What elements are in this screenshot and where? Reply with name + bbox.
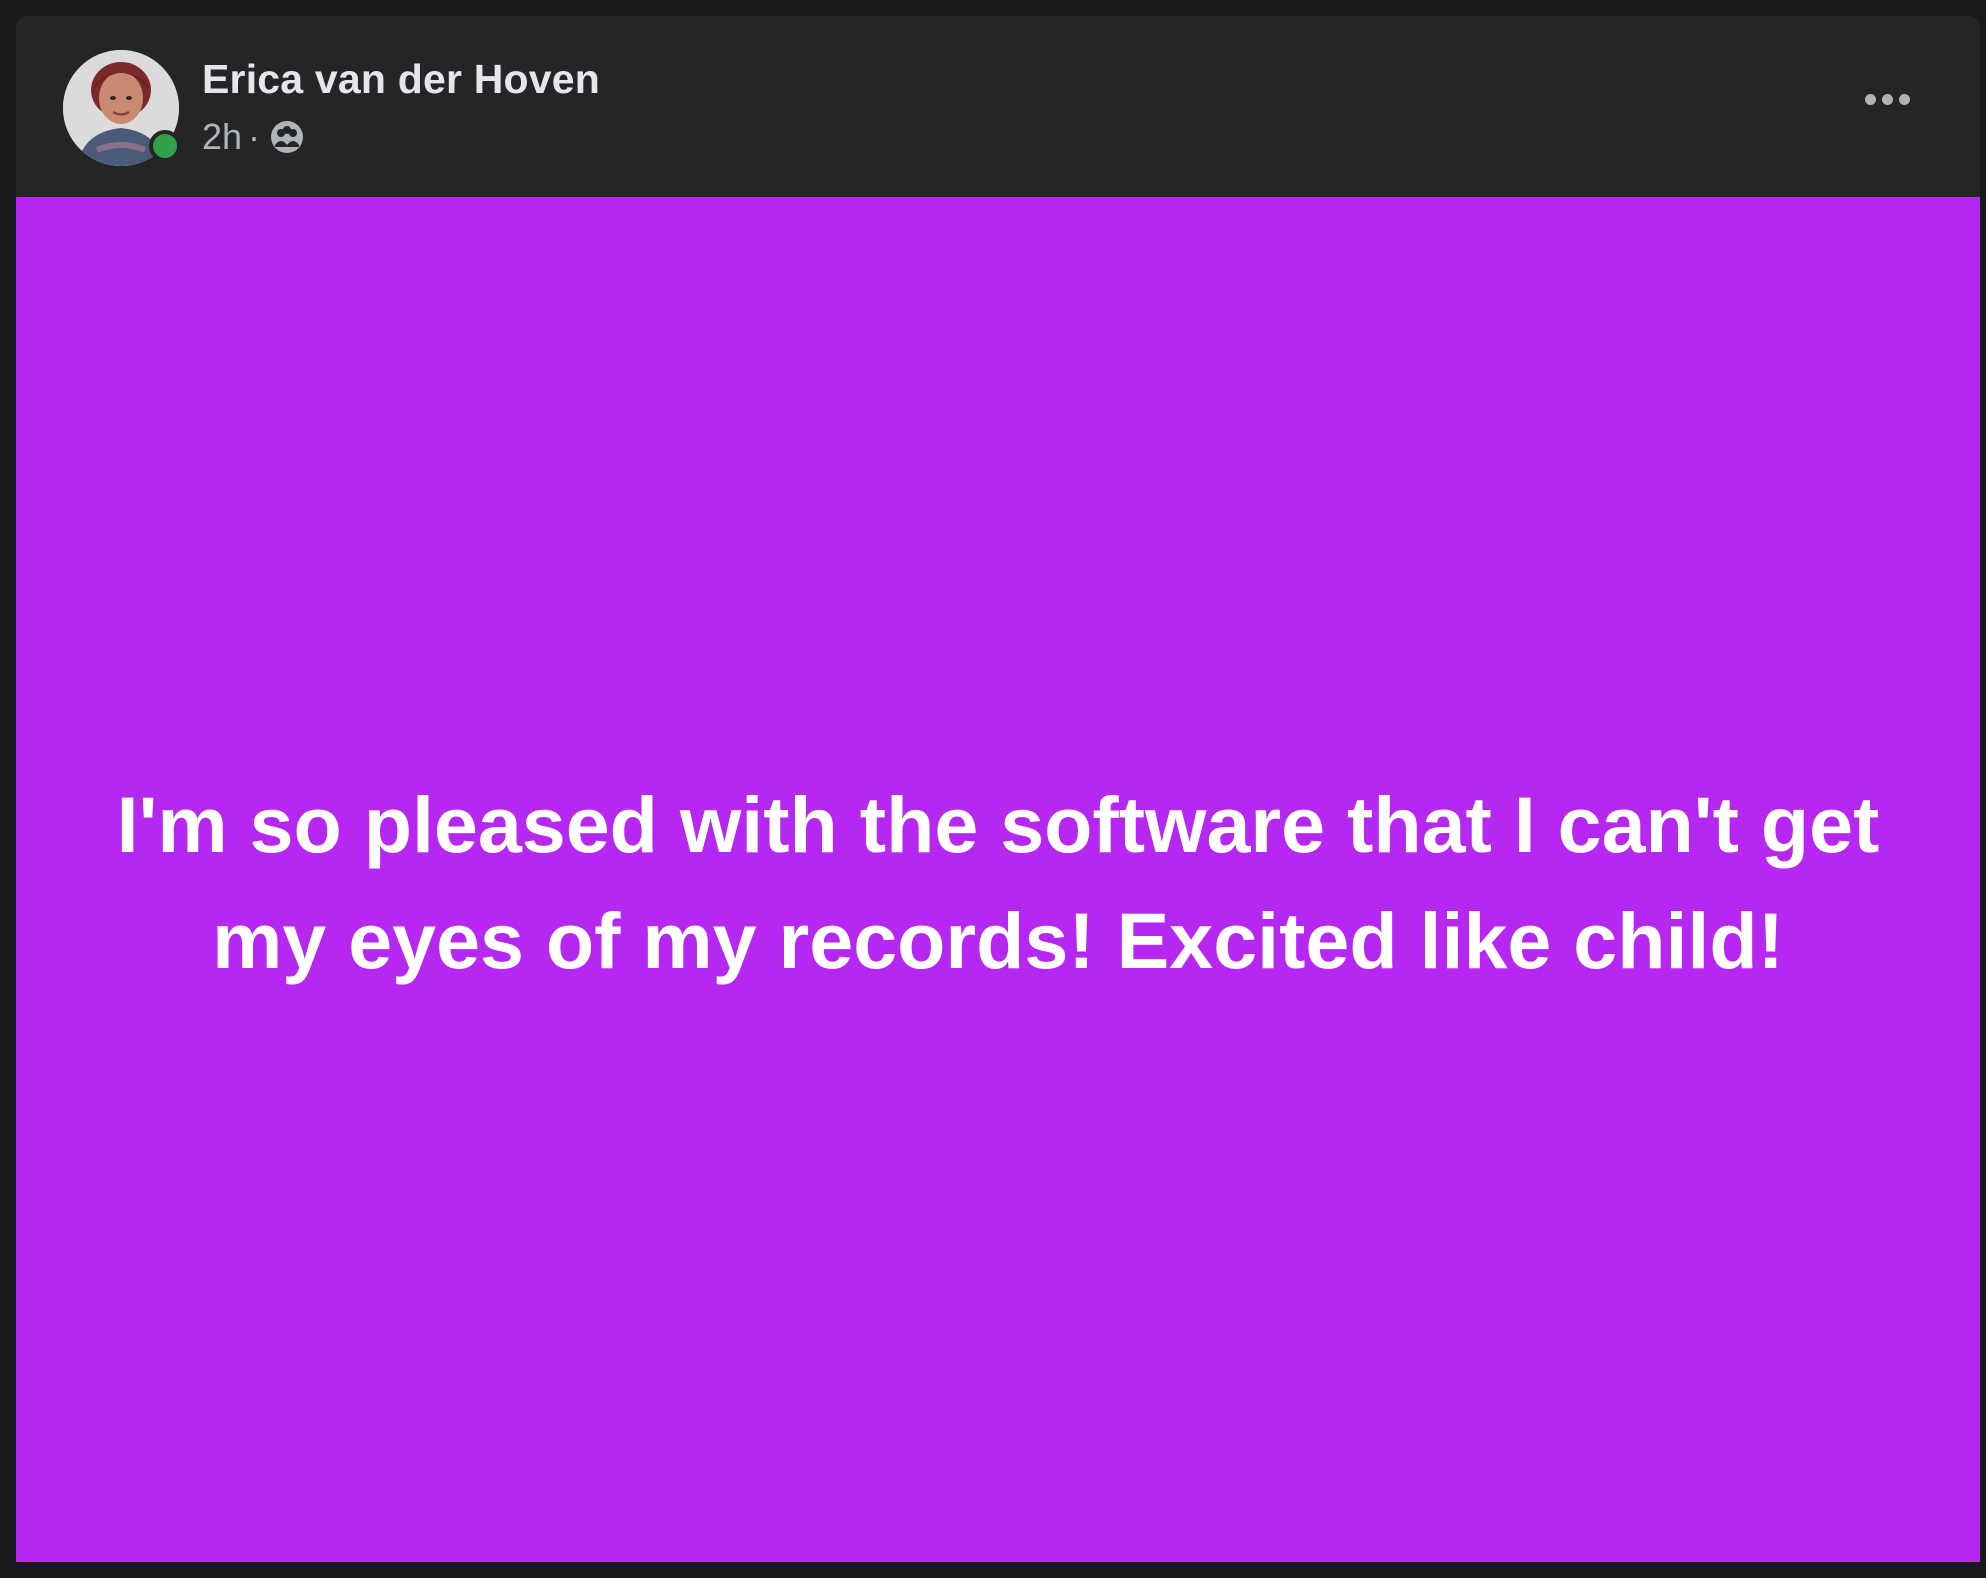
post-timestamp[interactable]: 2h <box>202 116 242 158</box>
friends-icon[interactable] <box>270 120 304 154</box>
meta-separator: · <box>248 116 261 157</box>
post-card: Erica van der Hoven 2h · I'm so pleased … <box>16 16 1980 1562</box>
more-options-icon <box>1865 94 1876 105</box>
post-text: I'm so pleased with the software that I … <box>116 779 1880 985</box>
post-background: I'm so pleased with the software that I … <box>16 197 1980 1562</box>
avatar-container[interactable] <box>63 50 181 166</box>
online-status-dot <box>149 130 181 162</box>
post-header: Erica van der Hoven 2h · <box>16 16 1980 197</box>
author-name[interactable]: Erica van der Hoven <box>202 56 600 103</box>
more-options-button[interactable] <box>1865 94 1910 105</box>
post-meta: 2h · <box>202 116 304 158</box>
